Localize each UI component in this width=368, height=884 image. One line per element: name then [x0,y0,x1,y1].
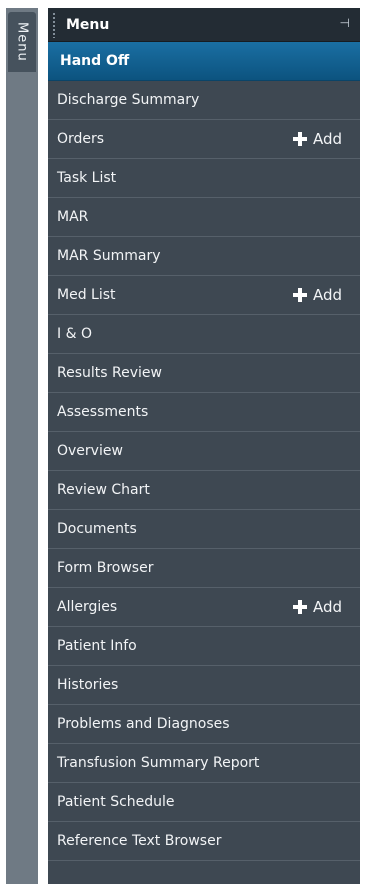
menu-item-label: Task List [57,170,117,186]
add-button-label: Add [312,286,342,304]
menu-item-histories[interactable]: Histories [48,666,360,705]
menu-item-label: MAR Summary [57,248,161,264]
menu-item-label: Overview [57,443,123,459]
menu-item-label: Patient Schedule [57,794,175,810]
add-button-label: Add [312,130,342,148]
menu-item-label: Discharge Summary [57,92,200,108]
collapsed-menu-tab [6,8,38,884]
menu-item-i-o[interactable]: I & O [48,315,360,354]
menu-item-label: Med List [57,287,116,303]
menu-item-orders[interactable]: Orders Add [48,120,360,159]
pin-icon[interactable]: ⊣ [340,16,350,30]
menu-item-label: Problems and Diagnoses [57,716,230,732]
drag-grip-icon[interactable] [52,11,56,38]
menu-item-review-chart[interactable]: Review Chart [48,471,360,510]
add-orders-button[interactable]: Add [292,120,342,158]
menu-item-problems-and-diagnoses[interactable]: Problems and Diagnoses [48,705,360,744]
menu-item-transfusion-summary-report[interactable]: Transfusion Summary Report [48,744,360,783]
menu-item-documents[interactable]: Documents [48,510,360,549]
menu-item-form-browser[interactable]: Form Browser [48,549,360,588]
menu-item-label: Reference Text Browser [57,833,222,849]
add-button-label: Add [312,598,342,616]
menu-item-discharge-summary[interactable]: Discharge Summary [48,81,360,120]
plus-icon [292,288,307,302]
menu-item-label: Hand Off [60,53,130,69]
menu-item-results-review[interactable]: Results Review [48,354,360,393]
menu-item-patient-schedule[interactable]: Patient Schedule [48,783,360,822]
menu-item-task-list[interactable]: Task List [48,159,360,198]
menu-item-label: Assessments [57,404,149,420]
menu-side-tab-label: Menu [14,22,30,62]
menu-item-label: Allergies [57,599,118,615]
menu-item-mar[interactable]: MAR [48,198,360,237]
menu-item-label: I & O [57,326,92,342]
menu-item-label: Orders [57,131,105,147]
menu-item-label: Patient Info [57,638,137,654]
add-med-list-button[interactable]: Add [292,276,342,314]
menu-item-hand-off[interactable]: Hand Off [48,42,360,81]
menu-item-label: Results Review [57,365,162,381]
menu-header: Menu ⊣ [48,8,360,42]
menu-item-reference-text-browser[interactable]: Reference Text Browser [48,822,360,861]
menu-item-mar-summary[interactable]: MAR Summary [48,237,360,276]
menu-title: Menu [66,16,110,33]
menu-item-label: Review Chart [57,482,150,498]
menu-item-overview[interactable]: Overview [48,432,360,471]
menu-side-tab[interactable]: Menu [8,12,36,72]
plus-icon [292,600,307,614]
plus-icon [292,132,307,146]
menu-items-list: Hand Off Discharge Summary Orders Add Task L… [48,42,360,861]
menu-item-assessments[interactable]: Assessments [48,393,360,432]
menu-item-label: Documents [57,521,137,537]
menu-item-patient-info[interactable]: Patient Info [48,627,360,666]
menu-item-label: MAR [57,209,89,225]
menu-item-label: Transfusion Summary Report [57,755,260,771]
menu-item-label: Histories [57,677,119,693]
menu-item-med-list[interactable]: Med List Add [48,276,360,315]
menu-panel: Menu ⊣ Hand Off Discharge Summary Orders Ad… [48,8,360,884]
menu-item-allergies[interactable]: Allergies Add [48,588,360,627]
menu-item-label: Form Browser [57,560,154,576]
add-allergies-button[interactable]: Add [292,588,342,626]
